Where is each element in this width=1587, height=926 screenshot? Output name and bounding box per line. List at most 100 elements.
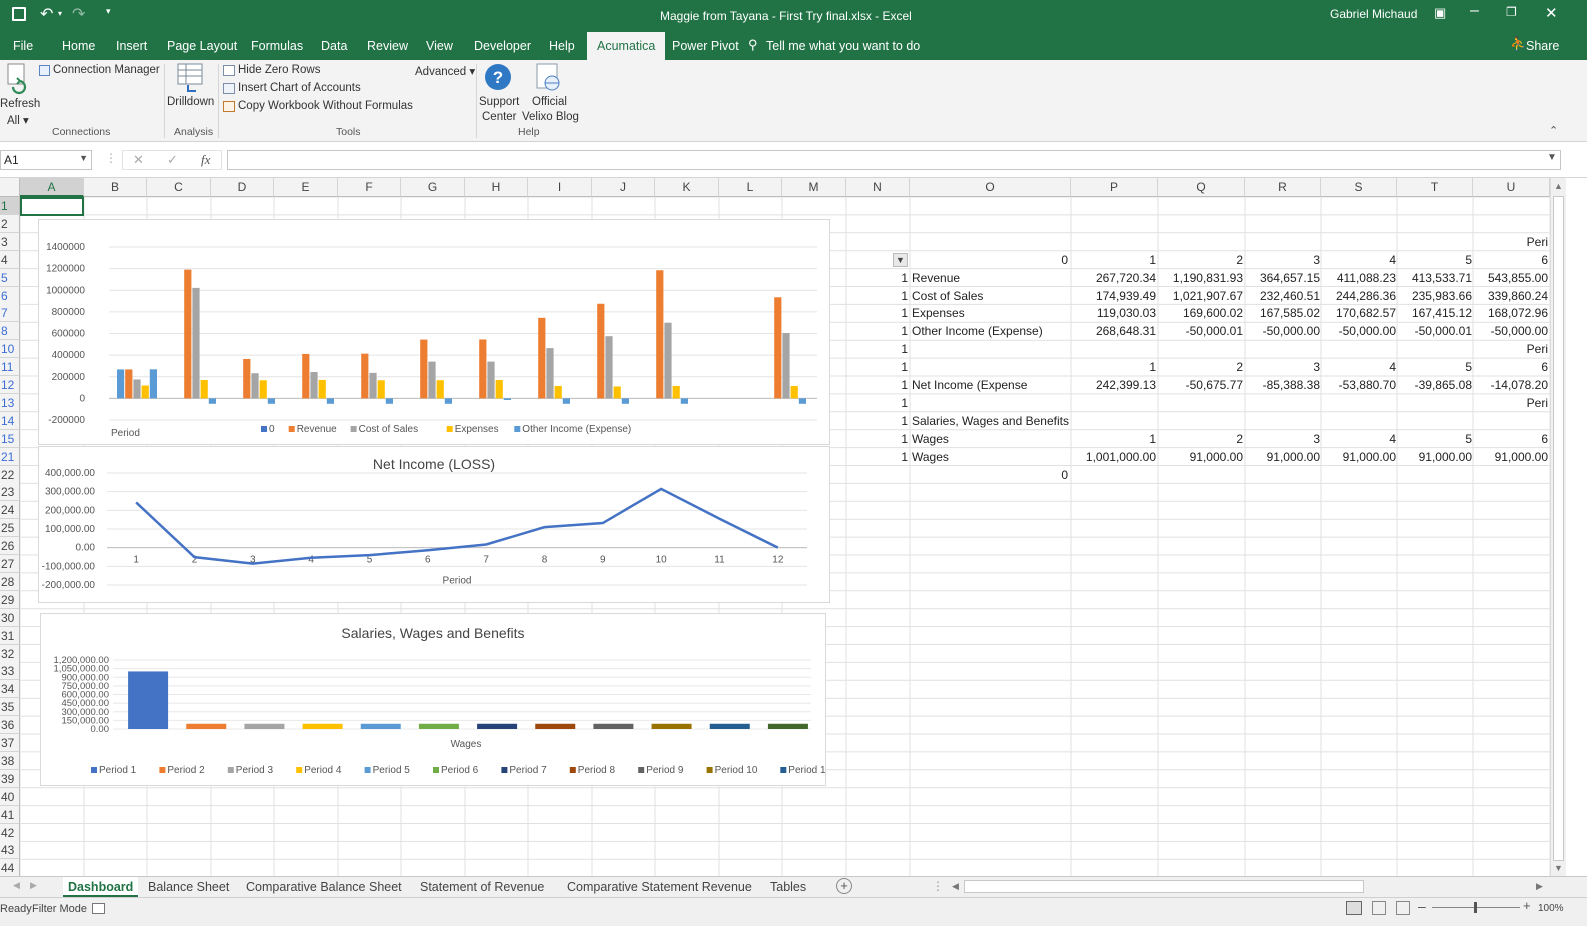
insert-chart-of-accounts-button[interactable]: Insert Chart of Accounts: [222, 82, 382, 98]
period-number[interactable]: 2: [1158, 359, 1243, 376]
row-index[interactable]: 1: [846, 270, 908, 287]
value-cell[interactable]: 268,648.31: [1071, 323, 1156, 340]
column-header-q[interactable]: Q: [1158, 178, 1245, 197]
row-header-10[interactable]: 10: [0, 340, 20, 359]
value-cell[interactable]: -50,000.00: [1321, 323, 1396, 340]
column-header-f[interactable]: F: [338, 178, 401, 197]
support-center-button[interactable]: ? Support Center: [478, 63, 522, 125]
row-index[interactable]: 1: [846, 288, 908, 305]
value-cell[interactable]: -50,000.01: [1397, 323, 1472, 340]
undo-icon[interactable]: ↶: [40, 4, 53, 24]
period-number[interactable]: 1: [1071, 252, 1156, 269]
sheet-tab-statement-of-revenue[interactable]: Statement of Revenue: [420, 877, 544, 897]
connection-manager-button[interactable]: Connection Manager: [38, 64, 162, 80]
period-number[interactable]: 4: [1321, 359, 1396, 376]
row-header-1[interactable]: 1: [0, 197, 20, 215]
row-header-15[interactable]: 15: [0, 429, 20, 448]
period-number[interactable]: 6: [1473, 359, 1548, 376]
tab-view[interactable]: View: [426, 32, 453, 60]
row-index[interactable]: 1: [846, 359, 908, 376]
row-header-44[interactable]: 44: [0, 859, 20, 876]
insert-function-icon[interactable]: fx: [201, 152, 210, 168]
value-cell[interactable]: 91,000.00: [1473, 449, 1548, 466]
value-cell[interactable]: 91,000.00: [1397, 449, 1472, 466]
value-cell[interactable]: -50,675.77: [1158, 377, 1243, 394]
row-header-3[interactable]: 3: [0, 232, 20, 251]
row-label[interactable]: Cost of Sales: [912, 288, 1072, 305]
share-button[interactable]: Share: [1526, 32, 1559, 60]
column-header-m[interactable]: M: [782, 178, 846, 197]
column-header-i[interactable]: I: [528, 178, 592, 197]
chart-financial-bars[interactable]: 1400000 1200000 1000000 800000 600000 400000 2…: [38, 219, 830, 445]
row-header-13[interactable]: 13: [0, 393, 20, 412]
tab-help[interactable]: Help: [549, 32, 575, 60]
value-cell[interactable]: 91,000.00: [1245, 449, 1320, 466]
column-header-g[interactable]: G: [401, 178, 465, 197]
advanced-dropdown[interactable]: Advanced ▾: [415, 64, 475, 78]
period-number[interactable]: 1: [1071, 431, 1156, 448]
value-cell[interactable]: 232,460.51: [1245, 288, 1320, 305]
worksheet-grid[interactable]: ABCDEFGHIJKLMNOPQRSTU 1 2 3 4 5 6 7 8 10 11 12 13 14…: [0, 178, 1587, 876]
period-number[interactable]: 3: [1245, 359, 1320, 376]
tab-developer[interactable]: Developer: [474, 32, 531, 60]
column-header-s[interactable]: S: [1321, 178, 1397, 197]
column-header-l[interactable]: L: [719, 178, 782, 197]
value-cell[interactable]: 91,000.00: [1158, 449, 1243, 466]
tab-data[interactable]: Data: [321, 32, 347, 60]
scroll-right-icon[interactable]: ▶: [1536, 881, 1543, 892]
row-header-7[interactable]: 7: [0, 304, 20, 323]
cancel-entry-icon[interactable]: ✕: [133, 152, 144, 168]
tab-review[interactable]: Review: [367, 32, 408, 60]
column-header-e[interactable]: E: [274, 178, 338, 197]
row-header-4[interactable]: 4: [0, 250, 20, 269]
row-label[interactable]: Expenses: [912, 305, 1072, 322]
chart-salaries[interactable]: Salaries, Wages and Benefits 1,200,000.00…: [40, 613, 905, 786]
period-number[interactable]: 3: [1245, 431, 1320, 448]
column-header-t[interactable]: T: [1397, 178, 1473, 197]
value-cell[interactable]: 543,855.00: [1473, 270, 1548, 287]
active-cell-a1[interactable]: [20, 197, 84, 216]
header-zero[interactable]: 0: [910, 252, 1068, 269]
value-cell[interactable]: 1,001,000.00: [1071, 449, 1156, 466]
row-label[interactable]: Revenue: [912, 270, 1072, 287]
trailing-zero[interactable]: 0: [910, 467, 1068, 484]
period-number[interactable]: 6: [1473, 431, 1548, 448]
row-header-27[interactable]: 27: [0, 555, 20, 573]
row-label[interactable]: Salaries, Wages and Benefits: [912, 413, 1072, 430]
value-cell[interactable]: -14,078.20: [1473, 377, 1548, 394]
confirm-entry-icon[interactable]: ✓: [167, 152, 178, 168]
value-cell[interactable]: 364,657.15: [1245, 270, 1320, 287]
column-header-u[interactable]: U: [1473, 178, 1550, 197]
row-index[interactable]: 1: [846, 395, 908, 412]
value-cell[interactable]: 267,720.34: [1071, 270, 1156, 287]
row-label[interactable]: Wages: [912, 431, 1072, 448]
value-cell[interactable]: 169,600.02: [1158, 305, 1243, 322]
tab-split-grip-icon[interactable]: ⋮: [932, 879, 944, 893]
column-header-o[interactable]: O: [910, 178, 1071, 197]
sheet-tab-comparative-balance-sheet[interactable]: Comparative Balance Sheet: [246, 877, 402, 897]
scroll-up-icon[interactable]: ▲: [1554, 181, 1563, 191]
tab-home[interactable]: Home: [62, 32, 95, 60]
period-number[interactable]: 2: [1158, 431, 1243, 448]
period-number[interactable]: 4: [1321, 431, 1396, 448]
sheet-tab-dashboard[interactable]: Dashboard: [63, 877, 139, 897]
row-header-41[interactable]: 41: [0, 805, 20, 824]
close-icon[interactable]: ✕: [1545, 4, 1558, 22]
value-cell[interactable]: 170,682.57: [1321, 305, 1396, 322]
row-header-35[interactable]: 35: [0, 698, 20, 717]
save-icon[interactable]: [12, 7, 26, 21]
row-header-37[interactable]: 37: [0, 734, 20, 752]
period-label[interactable]: Peri: [1473, 395, 1548, 412]
row-index[interactable]: 1: [846, 323, 908, 340]
row-header-29[interactable]: 29: [0, 590, 20, 609]
tab-insert[interactable]: Insert: [116, 32, 147, 60]
value-cell[interactable]: -39,865.08: [1397, 377, 1472, 394]
share-icon[interactable]: ⛹: [1510, 36, 1526, 52]
value-cell[interactable]: 167,585.02: [1245, 305, 1320, 322]
row-header-30[interactable]: 30: [0, 608, 20, 627]
refresh-all-button[interactable]: Refresh All ▾: [0, 63, 40, 127]
value-cell[interactable]: -53,880.70: [1321, 377, 1396, 394]
restore-icon[interactable]: ❐: [1506, 5, 1517, 19]
row-label[interactable]: Net Income (Expense: [912, 377, 1072, 394]
next-sheet-icon[interactable]: ▶: [30, 880, 37, 891]
